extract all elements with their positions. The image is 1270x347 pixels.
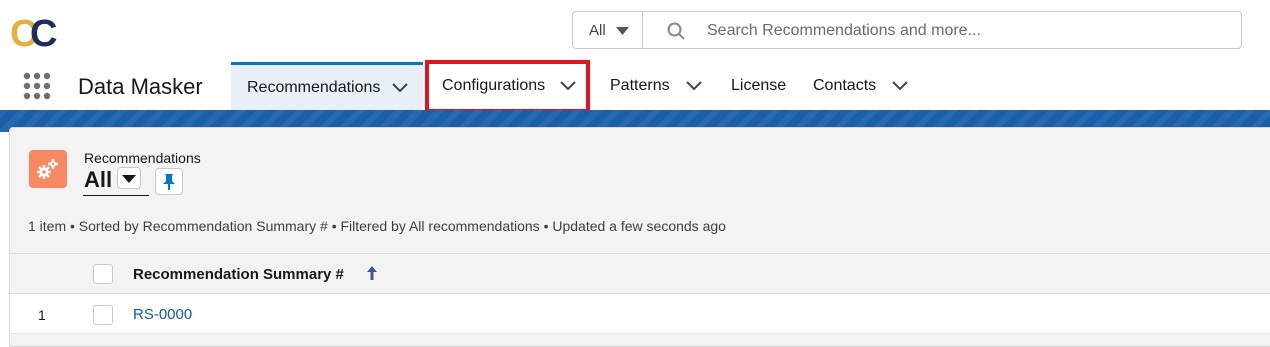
list-view-underline <box>83 195 149 196</box>
list-view-name[interactable]: All <box>84 167 112 193</box>
global-header: C C All <box>0 0 1270 62</box>
list-info-text: 1 item • Sorted by Recommendation Summar… <box>28 218 726 234</box>
tab-recommendations[interactable]: Recommendations <box>231 62 423 110</box>
caret-down-icon <box>616 27 629 35</box>
pin-list-view-button[interactable] <box>155 168 183 195</box>
recommendations-object-icon <box>29 150 67 188</box>
app-launcher-icon[interactable] <box>22 71 52 101</box>
tab-patterns[interactable]: Patterns <box>595 62 711 110</box>
tab-configurations[interactable]: Configurations <box>425 62 590 110</box>
pin-icon <box>163 174 175 190</box>
search-input[interactable] <box>705 12 1229 50</box>
chevron-down-icon[interactable] <box>560 81 576 91</box>
row-select-checkbox[interactable] <box>93 305 113 325</box>
global-search: All <box>572 11 1242 50</box>
sort-ascending-icon[interactable] <box>366 265 378 281</box>
caret-down-icon <box>122 175 136 183</box>
app-nav-bar: Data Masker Recommendations Configuratio… <box>0 62 1270 110</box>
list-view-switcher-button[interactable] <box>117 167 141 189</box>
app-logo: C C <box>10 13 57 52</box>
tab-license-label: License <box>731 77 787 94</box>
app-name: Data Masker <box>78 74 203 99</box>
svg-text:C: C <box>30 13 57 52</box>
search-scope-dropdown[interactable]: All <box>573 12 643 48</box>
chevron-down-icon[interactable] <box>392 82 409 93</box>
tab-configurations-label: Configurations <box>442 77 546 94</box>
tab-license[interactable]: License <box>716 62 798 110</box>
tab-patterns-label: Patterns <box>610 77 670 94</box>
tab-contacts-label: Contacts <box>813 77 877 94</box>
chevron-down-icon[interactable] <box>685 81 702 91</box>
search-scope-label: All <box>589 22 606 39</box>
tab-contacts[interactable]: Contacts <box>798 62 918 110</box>
search-icon <box>667 22 685 40</box>
table-row <box>10 294 1270 334</box>
object-label: Recommendations <box>84 150 201 166</box>
chevron-down-icon[interactable] <box>892 81 908 91</box>
record-link[interactable]: RS-0000 <box>133 306 192 323</box>
tab-recommendations-label: Recommendations <box>247 78 381 96</box>
row-number: 1 <box>38 307 46 323</box>
gears-icon <box>37 159 58 179</box>
select-all-checkbox[interactable] <box>93 264 113 284</box>
column-header-recommendation-summary[interactable]: Recommendation Summary # <box>133 266 344 283</box>
